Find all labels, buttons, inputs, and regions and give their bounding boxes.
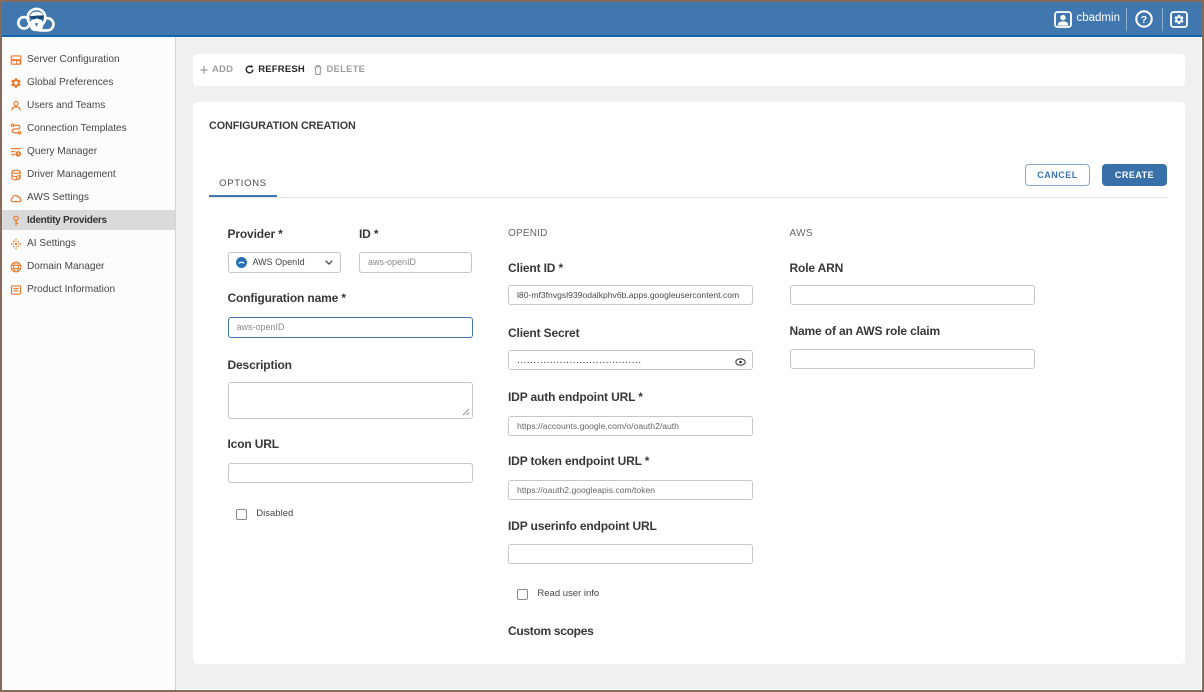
svg-text:?: ? — [1140, 14, 1146, 26]
